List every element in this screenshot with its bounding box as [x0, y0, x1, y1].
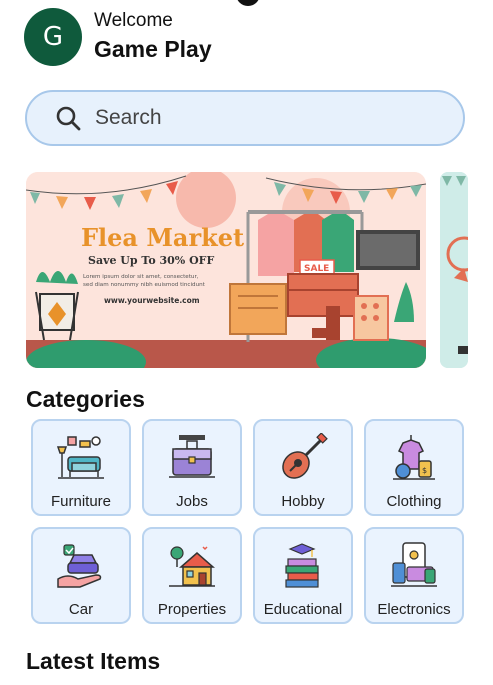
- avatar[interactable]: G: [24, 8, 82, 66]
- house-icon: [169, 546, 215, 587]
- banner-body-line1: Lorem ipsum dolor sit amet, consectetur,: [83, 274, 199, 280]
- category-electronics[interactable]: Electronics: [364, 527, 464, 624]
- banner-website: www.yourwebsite.com: [104, 296, 200, 305]
- banner-title: Flea Market: [81, 223, 244, 252]
- search-bar[interactable]: [25, 90, 465, 146]
- guitar-icon: [282, 433, 328, 479]
- category-hobby[interactable]: Hobby: [253, 419, 353, 516]
- category-label: Furniture: [50, 493, 112, 510]
- category-furniture[interactable]: Furniture: [31, 419, 131, 516]
- username: Game Play: [94, 36, 212, 62]
- category-educational[interactable]: Educational: [253, 527, 353, 624]
- camera-notch: [236, 0, 260, 6]
- category-label: Properties: [157, 601, 227, 618]
- category-label: Electronics: [377, 601, 451, 618]
- next-banner-illustration: [440, 172, 468, 368]
- category-label: Educational: [263, 601, 343, 618]
- promo-banner-flea-market[interactable]: Flea Market Save Up To 30% OFF Lorem ips…: [26, 172, 426, 368]
- search-input[interactable]: [93, 105, 437, 131]
- category-car[interactable]: Car: [31, 527, 131, 624]
- header: G Welcome Game Play: [24, 8, 212, 66]
- category-clothing[interactable]: $ Clothing: [364, 419, 464, 516]
- briefcase-icon: [169, 435, 215, 478]
- flea-market-illustration: Flea Market Save Up To 30% OFF Lorem ips…: [26, 172, 426, 368]
- welcome-text: Welcome: [94, 10, 173, 31]
- sale-tag: SALE: [304, 264, 329, 274]
- category-label: Jobs: [176, 493, 208, 510]
- banner-body-line2: sed diam nonummy nibh euismod tincidunt: [83, 282, 206, 288]
- latest-items-heading: Latest Items: [26, 648, 161, 674]
- categories-grid: Furniture Jobs Hobby $ Clothing Car Prop…: [31, 419, 464, 624]
- promo-banner-next[interactable]: [440, 172, 468, 368]
- category-jobs[interactable]: Jobs: [142, 419, 242, 516]
- category-label: Clothing: [386, 493, 442, 510]
- clothing-icon: $: [393, 435, 435, 480]
- sofa-icon: [56, 436, 104, 479]
- categories-heading: Categories: [26, 386, 145, 412]
- category-label: Car: [68, 601, 94, 618]
- banner-subtitle: Save Up To 30% OFF: [88, 254, 214, 267]
- books-icon: [285, 543, 319, 588]
- svg-text:$: $: [422, 466, 427, 475]
- devices-icon: [391, 542, 437, 587]
- category-label: Hobby: [281, 493, 325, 510]
- category-properties[interactable]: Properties: [142, 527, 242, 624]
- greeting: Welcome Game Play: [94, 10, 212, 64]
- search-icon: [56, 106, 81, 131]
- car-icon: [57, 544, 102, 588]
